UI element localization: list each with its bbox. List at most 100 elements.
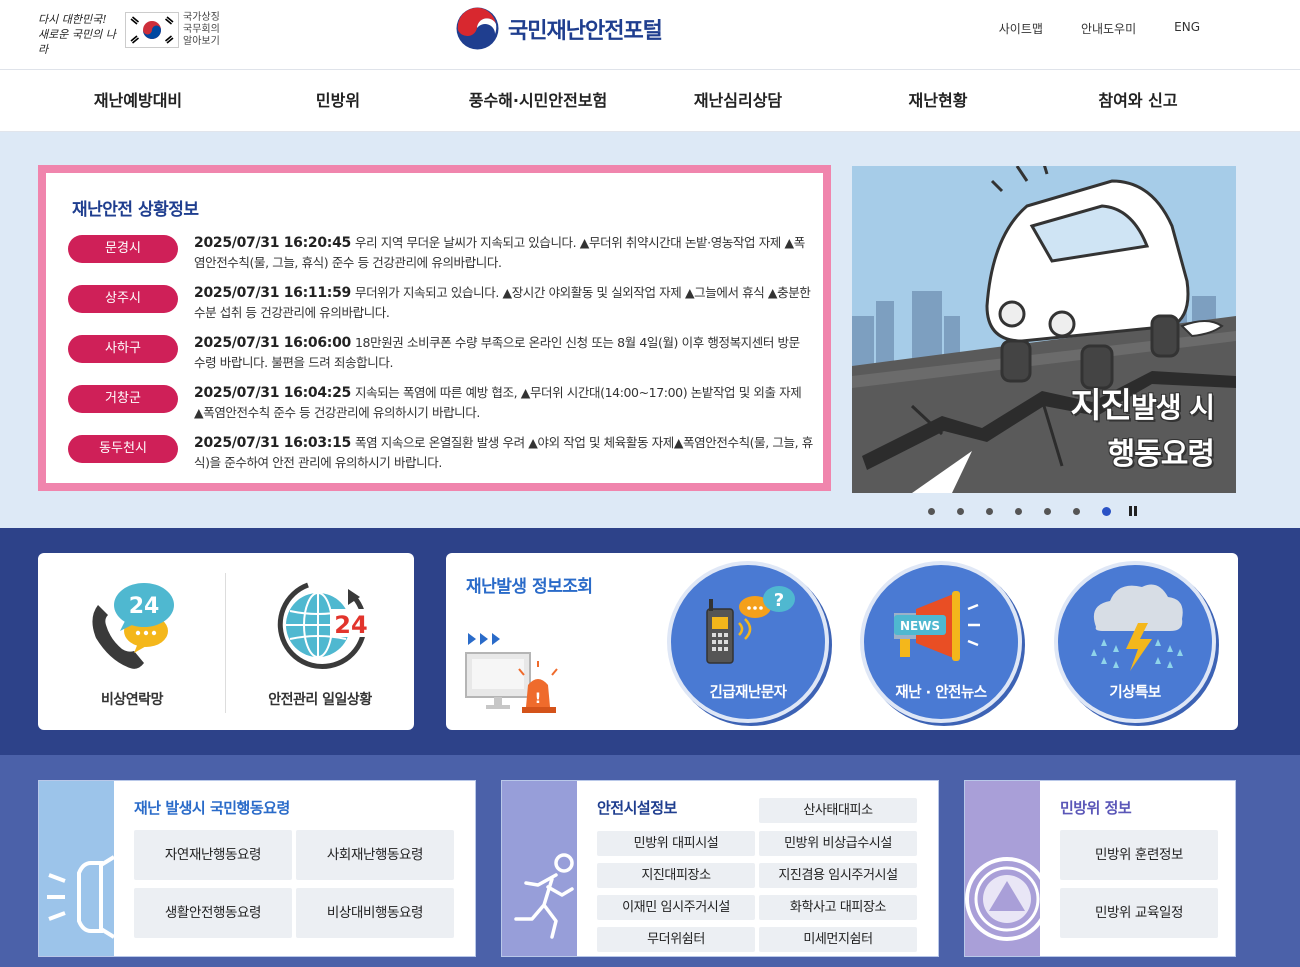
panel-title: 민방위 정보 <box>1060 799 1132 817</box>
circle-button-label: 재난 · 안전뉴스 <box>895 685 987 701</box>
situation-message[interactable]: 2025/07/31 16:20:45 우리 지역 무더운 날씨가 지속되고 있습… <box>194 233 814 273</box>
slide-dot[interactable] <box>1044 507 1051 515</box>
globe-24-icon: 24 <box>277 582 372 670</box>
situation-message[interactable]: 2025/07/31 16:11:59 무더위가 지속되고 있습니다. ▲장시간 … <box>194 283 814 323</box>
region-badge[interactable]: 사하구 <box>68 335 178 363</box>
news-badge: NEWS <box>900 619 940 633</box>
monitor-alert-icon: ! <box>465 633 558 713</box>
region-badge[interactable]: 상주시 <box>68 285 178 313</box>
earthquake-temp-housing-button[interactable]: 지진겸용 임시주거시설 <box>759 863 917 888</box>
situation-item[interactable]: 동두천시 2025/07/31 16:03:15 폭염 지속으로 온열질환 발생 … <box>68 429 818 479</box>
slide-dot[interactable] <box>957 507 964 515</box>
nav-item-report[interactable]: 참여와 신고 <box>1038 71 1238 131</box>
situation-item[interactable]: 사하구 2025/07/31 16:06:00 18만원권 소비쿠폰 수량 부족으… <box>68 329 818 379</box>
contact-card: 24 비상연락망 24 안전관리 일일상황 <box>38 553 414 730</box>
civil-education-schedule-button[interactable]: 민방위 교육일정 <box>1060 888 1218 938</box>
slide-dot[interactable] <box>1073 507 1080 515</box>
contact-label: 안전관리 일일상황 <box>268 692 372 708</box>
english-link[interactable]: ENG <box>1174 20 1200 37</box>
phone-badge: 24 <box>129 594 160 619</box>
slogan-logo[interactable]: 다시 대한민국! 새로운 국민의 나라 <box>38 12 122 56</box>
landslide-shelter-button[interactable]: 산사태대피소 <box>759 798 917 823</box>
situation-message[interactable]: 2025/07/31 16:03:15 폭염 지속으로 온열질환 발생 우려 ▲야… <box>194 433 814 473</box>
disaster-info-card: 재난발생 정보조회 ! ? 긴급재난문자 NEWS 재난 · 안전뉴스 기상특보 <box>446 553 1238 730</box>
situation-item[interactable]: 거창군 2025/07/31 16:04:25 지속되는 폭염에 따른 예방 협조… <box>68 379 818 429</box>
daily-status-link[interactable]: 24 안전관리 일일상황 <box>226 553 414 730</box>
slide-dot[interactable] <box>1015 507 1022 515</box>
action-guide-panel: 재난 발생시 국민행동요령 자연재난행동요령 사회재난행동요령 생활안전행동요령… <box>38 780 476 957</box>
situation-message[interactable]: 2025/07/31 16:06:00 18만원권 소비쿠폰 수량 부족으로 온라… <box>194 333 814 373</box>
situation-title: 재난안전 상황정보 <box>72 200 199 220</box>
civil-defense-panel: 민방위 정보 민방위 훈련정보 민방위 교육일정 <box>964 780 1236 957</box>
natural-disaster-guide-button[interactable]: 자연재난행동요령 <box>134 830 292 880</box>
life-safety-guide-button[interactable]: 생활안전행동요령 <box>134 888 292 938</box>
safety-news-button[interactable]: NEWS 재난 · 안전뉴스 <box>860 561 1022 723</box>
government-emblem-icon <box>456 7 499 50</box>
banner-title-sub: 발생 시 <box>1130 391 1215 424</box>
situation-item[interactable]: 상주시 2025/07/31 16:11:59 무더위가 지속되고 있습니다. ▲… <box>68 279 818 329</box>
nav-item-civil-defense[interactable]: 민방위 <box>238 71 438 131</box>
svg-text:?: ? <box>774 590 784 611</box>
nav-item-disaster-prevention[interactable]: 재난예방대비 <box>38 71 238 131</box>
panel-title: 재난 발생시 국민행동요령 <box>134 799 290 817</box>
banner-title-main: 지진 <box>1070 386 1132 426</box>
guide-link[interactable]: 안내도우미 <box>1081 20 1136 37</box>
earthquake-banner[interactable]: 지진발생 시 행동요령 <box>852 166 1236 493</box>
message-time: 2025/07/31 16:06:00 <box>194 335 351 351</box>
emergency-water-button[interactable]: 민방위 비상급수시설 <box>759 831 917 856</box>
main-navigation: 재난예방대비 민방위 풍수해·시민안전보험 재난심리상담 재난현황 참여와 신고 <box>0 71 1300 132</box>
social-disaster-guide-button[interactable]: 사회재난행동요령 <box>296 830 454 880</box>
situation-list: 문경시 2025/07/31 16:20:45 우리 지역 무더운 날씨가 지속되… <box>68 229 818 479</box>
pause-icon[interactable] <box>1129 506 1137 516</box>
message-time: 2025/07/31 16:11:59 <box>194 285 351 301</box>
message-time: 2025/07/31 16:03:15 <box>194 435 351 451</box>
emergency-contact-link[interactable]: 24 비상연락망 <box>38 553 226 730</box>
slide-dot-active[interactable] <box>1102 506 1111 516</box>
slide-dot[interactable] <box>928 507 935 515</box>
slide-dot[interactable] <box>986 507 993 515</box>
nav-item-counseling[interactable]: 재난심리상담 <box>638 71 838 131</box>
situation-item[interactable]: 문경시 2025/07/31 16:20:45 우리 지역 무더운 날씨가 지속되… <box>68 229 818 279</box>
utility-links: 사이트맵 안내도우미 ENG <box>999 20 1200 37</box>
taegukgi-flag-icon[interactable] <box>125 12 179 48</box>
svg-text:!: ! <box>535 691 541 707</box>
chemical-shelter-button[interactable]: 화학사고 대피장소 <box>759 895 917 920</box>
region-badge[interactable]: 동두천시 <box>68 435 178 463</box>
emergency-alert-button[interactable]: ? 긴급재난문자 <box>667 561 829 723</box>
hero-section: 재난안전 상황정보 문경시 2025/07/31 16:20:45 우리 지역 무… <box>0 132 1300 528</box>
circle-button-label: 긴급재난문자 <box>709 685 787 701</box>
situation-message[interactable]: 2025/07/31 16:04:25 지속되는 폭염에 따른 예방 협조, ▲무… <box>194 383 814 423</box>
national-symbol-link[interactable]: 국가상징 국무회의 알아보기 <box>183 12 243 48</box>
contact-label: 비상연락망 <box>101 692 163 708</box>
site-logo[interactable]: 국민재난안전포털 <box>455 6 663 51</box>
nav-item-disaster-status[interactable]: 재난현황 <box>838 71 1038 131</box>
region-badge[interactable]: 거창군 <box>68 385 178 413</box>
speaker-icon <box>47 855 116 939</box>
dust-shelter-button[interactable]: 미세먼지쉼터 <box>759 927 917 952</box>
gov-line: 국무회의 <box>183 24 220 35</box>
slogan-line1: 다시 대한민국! <box>38 13 107 26</box>
site-title: 국민재난안전포털 <box>508 18 663 44</box>
civil-training-info-button[interactable]: 민방위 훈련정보 <box>1060 830 1218 880</box>
panel-side-graphic <box>965 781 1049 956</box>
slogan-line2: 새로운 국민의 나라 <box>38 28 116 56</box>
circle-button-label: 기상특보 <box>1109 685 1161 701</box>
message-time: 2025/07/31 16:20:45 <box>194 235 351 251</box>
region-badge[interactable]: 문경시 <box>68 235 178 263</box>
banner-title: 지진발생 시 행동요령 <box>1070 378 1215 473</box>
disaster-info-title: 재난발생 정보조회 <box>466 577 593 597</box>
phone-24-icon: 24 <box>92 583 174 669</box>
civil-shelter-button[interactable]: 민방위 대피시설 <box>597 831 755 856</box>
sitemap-link[interactable]: 사이트맵 <box>999 20 1043 37</box>
victim-temp-housing-button[interactable]: 이재민 임시주거시설 <box>597 895 755 920</box>
heat-shelter-button[interactable]: 무더위쉼터 <box>597 927 755 952</box>
slider-pagination <box>928 506 1137 516</box>
safety-facility-panel: 안전시설정보 산사태대피소 민방위 대피시설 민방위 비상급수시설 지진대피장소… <box>501 780 939 957</box>
message-time: 2025/07/31 16:04:25 <box>194 385 351 401</box>
gov-line: 국가상징 <box>183 12 220 23</box>
nav-item-insurance[interactable]: 풍수해·시민안전보험 <box>438 71 638 131</box>
earthquake-shelter-button[interactable]: 지진대피장소 <box>597 863 755 888</box>
emergency-prep-guide-button[interactable]: 비상대비행동요령 <box>296 888 454 938</box>
site-header: 다시 대한민국! 새로운 국민의 나라 국가상징 국무회의 알아보기 국민재난안… <box>0 0 1300 70</box>
weather-warning-button[interactable]: 기상특보 <box>1054 561 1216 723</box>
